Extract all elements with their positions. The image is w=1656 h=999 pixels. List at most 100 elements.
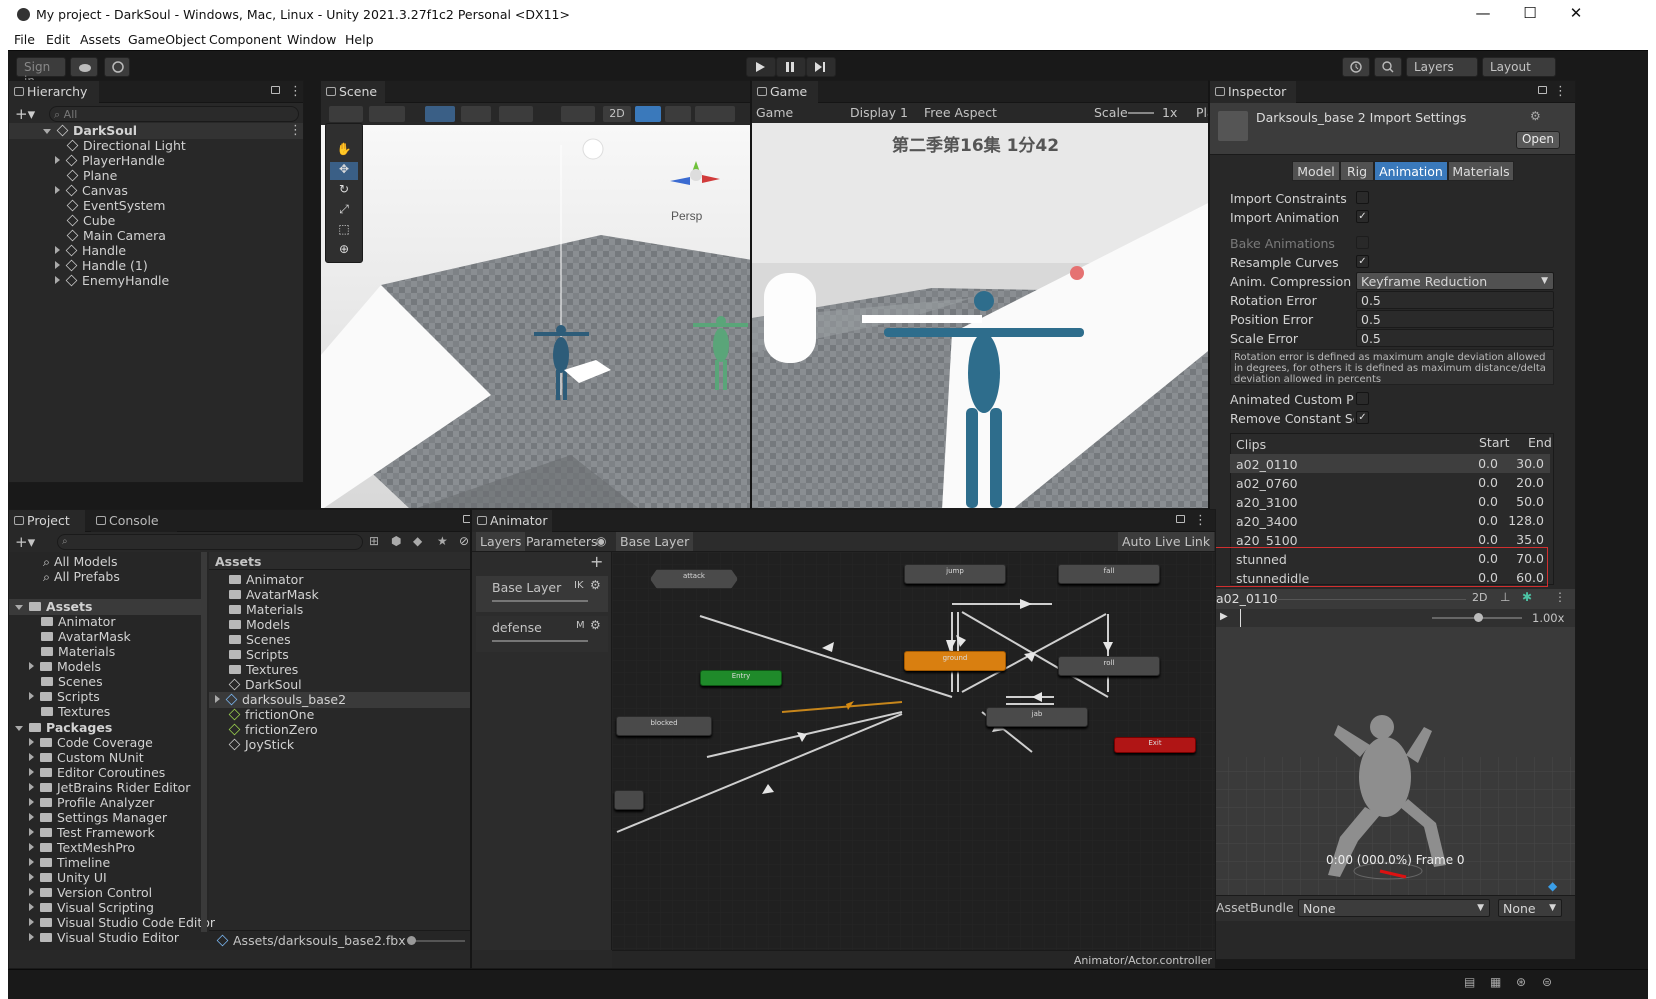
tree-item[interactable]: TextMeshPro: [29, 840, 135, 856]
tab-hierarchy[interactable]: Hierarchy: [9, 81, 99, 103]
preview-play-icon[interactable]: ▶: [1220, 611, 1228, 622]
asset-item[interactable]: Scripts: [229, 647, 289, 663]
assetbundle-dropdown[interactable]: None ▼: [1298, 899, 1490, 917]
gizmo-toggle[interactable]: [425, 106, 455, 122]
menu-component[interactable]: Component: [209, 32, 282, 47]
auto-live-link-toggle[interactable]: Auto Live Link: [1118, 532, 1215, 551]
scene-viewport[interactable]: Persp: [321, 125, 782, 509]
snap-toggle[interactable]: [499, 106, 533, 122]
scene-kebab-icon[interactable]: ⋮: [289, 123, 302, 138]
layers-dropdown[interactable]: Layers: [1406, 57, 1478, 77]
hierarchy-item[interactable]: Handle: [55, 243, 126, 259]
hierarchy-item[interactable]: Directional Light: [66, 138, 186, 154]
layout-dropdown[interactable]: Layout: [1482, 57, 1556, 77]
tree-packages[interactable]: Packages: [15, 720, 112, 736]
effects-dropdown[interactable]: [695, 106, 735, 122]
preview-playhead[interactable]: [1240, 609, 1241, 627]
asset-item[interactable]: Textures: [229, 662, 298, 678]
settings-icon[interactable]: ⚙: [1530, 109, 1541, 123]
state-attack[interactable]: attack: [650, 569, 738, 589]
tree-assets[interactable]: Assets: [15, 599, 92, 615]
game-view-dropdown[interactable]: Game: [756, 105, 793, 120]
import-animation-checkbox[interactable]: ✓: [1356, 210, 1369, 223]
asset-item[interactable]: AvatarMask: [229, 587, 319, 603]
scale-slider[interactable]: [1128, 112, 1154, 114]
tree-item[interactable]: Settings Manager: [29, 810, 167, 826]
add-layer-button[interactable]: +: [590, 552, 603, 571]
tree-item[interactable]: Code Coverage: [29, 735, 153, 751]
search-icon[interactable]: [1374, 57, 1402, 77]
state-jab[interactable]: jab: [986, 707, 1088, 727]
asset-item[interactable]: Scenes: [229, 632, 291, 648]
cache-icon[interactable]: ⊜: [1542, 975, 1552, 989]
tab-rig[interactable]: Rig: [1340, 161, 1374, 181]
transform-tool-icon[interactable]: ⊕: [333, 242, 355, 260]
clip-row[interactable]: a20_3400 0.0 128.0: [1230, 511, 1550, 530]
resample-curves-checkbox[interactable]: ✓: [1356, 255, 1369, 268]
tab-animation[interactable]: Animation: [1374, 161, 1448, 181]
cloud-icon[interactable]: [70, 57, 98, 77]
project-search-input[interactable]: ⌕: [57, 534, 363, 550]
tab-project[interactable]: Project: [9, 510, 85, 532]
state-jump[interactable]: jump: [904, 564, 1006, 584]
close-button[interactable]: ✕: [1556, 4, 1596, 26]
tab-console[interactable]: Console: [91, 510, 177, 532]
tree-scrollbar[interactable]: [201, 552, 207, 932]
hierarchy-item[interactable]: PlayerHandle: [55, 153, 165, 169]
tree-item[interactable]: Test Framework: [29, 825, 155, 841]
state-ground[interactable]: ground: [904, 651, 1006, 671]
scale-tool-icon[interactable]: ⤢: [333, 202, 355, 220]
animated-custom-checkbox[interactable]: [1356, 392, 1369, 405]
bug-icon[interactable]: ⊛: [1516, 975, 1526, 989]
collab-icon[interactable]: [104, 57, 130, 77]
layer-item[interactable]: Base Layer IK ⚙: [476, 576, 608, 612]
open-button[interactable]: Open: [1516, 131, 1560, 149]
hierarchy-item[interactable]: EnemyHandle: [55, 273, 169, 289]
tab-animator[interactable]: Animator: [472, 510, 552, 532]
move-tool-icon[interactable]: ✥: [330, 162, 358, 180]
lock-icon[interactable]: [1538, 86, 1547, 94]
draw-mode-dropdown[interactable]: [329, 106, 363, 122]
asset-item[interactable]: Models: [229, 617, 290, 633]
anim-compression-dropdown[interactable]: Keyframe Reduction ▼: [1356, 272, 1554, 290]
tree-item[interactable]: Visual Studio Code Editor: [29, 915, 215, 931]
tab-inspector[interactable]: Inspector: [1210, 81, 1296, 103]
tree-item[interactable]: Materials: [41, 644, 115, 660]
assetbundle-variant-dropdown[interactable]: None ▼: [1498, 899, 1562, 917]
favorite-all-models[interactable]: ⌕ All Models: [43, 554, 118, 570]
parameters-tab[interactable]: Parameters: [522, 532, 602, 551]
preview-2d-toggle[interactable]: 2D: [1472, 591, 1487, 604]
tree-item[interactable]: Scripts: [29, 689, 100, 705]
icon-size-slider[interactable]: [409, 940, 465, 942]
rect-tool-icon[interactable]: ⬚: [333, 222, 355, 240]
asset-item[interactable]: frictionOne: [228, 707, 314, 723]
preview-kebab-icon[interactable]: ⋮: [1554, 590, 1566, 604]
animator-kebab-icon[interactable]: ⋮: [1194, 513, 1207, 528]
lock-icon[interactable]: [271, 86, 280, 94]
position-error-field[interactable]: 0.5: [1356, 310, 1554, 328]
hierarchy-item[interactable]: Canvas: [55, 183, 128, 199]
tab-materials[interactable]: Materials: [1448, 161, 1514, 181]
minimize-button[interactable]: —: [1463, 4, 1503, 26]
progress-icon[interactable]: ▤: [1464, 975, 1475, 989]
menu-edit[interactable]: Edit: [46, 32, 70, 47]
asset-item[interactable]: Materials: [229, 602, 303, 618]
clip-row[interactable]: a20_3100 0.0 50.0: [1230, 492, 1550, 511]
tree-item[interactable]: Version Control: [29, 885, 152, 901]
state-exit[interactable]: Exit: [1114, 737, 1196, 753]
tab-game[interactable]: Game: [752, 81, 818, 103]
tree-item[interactable]: Models: [29, 659, 101, 675]
remove-constant-checkbox[interactable]: ✓: [1356, 411, 1369, 424]
breadcrumb[interactable]: Base Layer: [616, 532, 694, 551]
state-entry[interactable]: Entry: [700, 670, 782, 686]
tree-item[interactable]: JetBrains Rider Editor: [29, 780, 190, 796]
avatar-icon[interactable]: ✱: [1522, 590, 1532, 604]
grid-toggle[interactable]: [461, 106, 491, 122]
game-viewport[interactable]: [752, 123, 1216, 509]
search-by-type-icon[interactable]: ⊞: [369, 534, 379, 548]
lighting-toggle[interactable]: [635, 106, 661, 122]
layer-item[interactable]: defense M ⚙: [476, 616, 608, 652]
tree-item[interactable]: Visual Scripting: [29, 900, 154, 916]
display-dropdown[interactable]: Display 1: [850, 105, 908, 120]
asset-item[interactable]: JoyStick: [228, 737, 294, 753]
